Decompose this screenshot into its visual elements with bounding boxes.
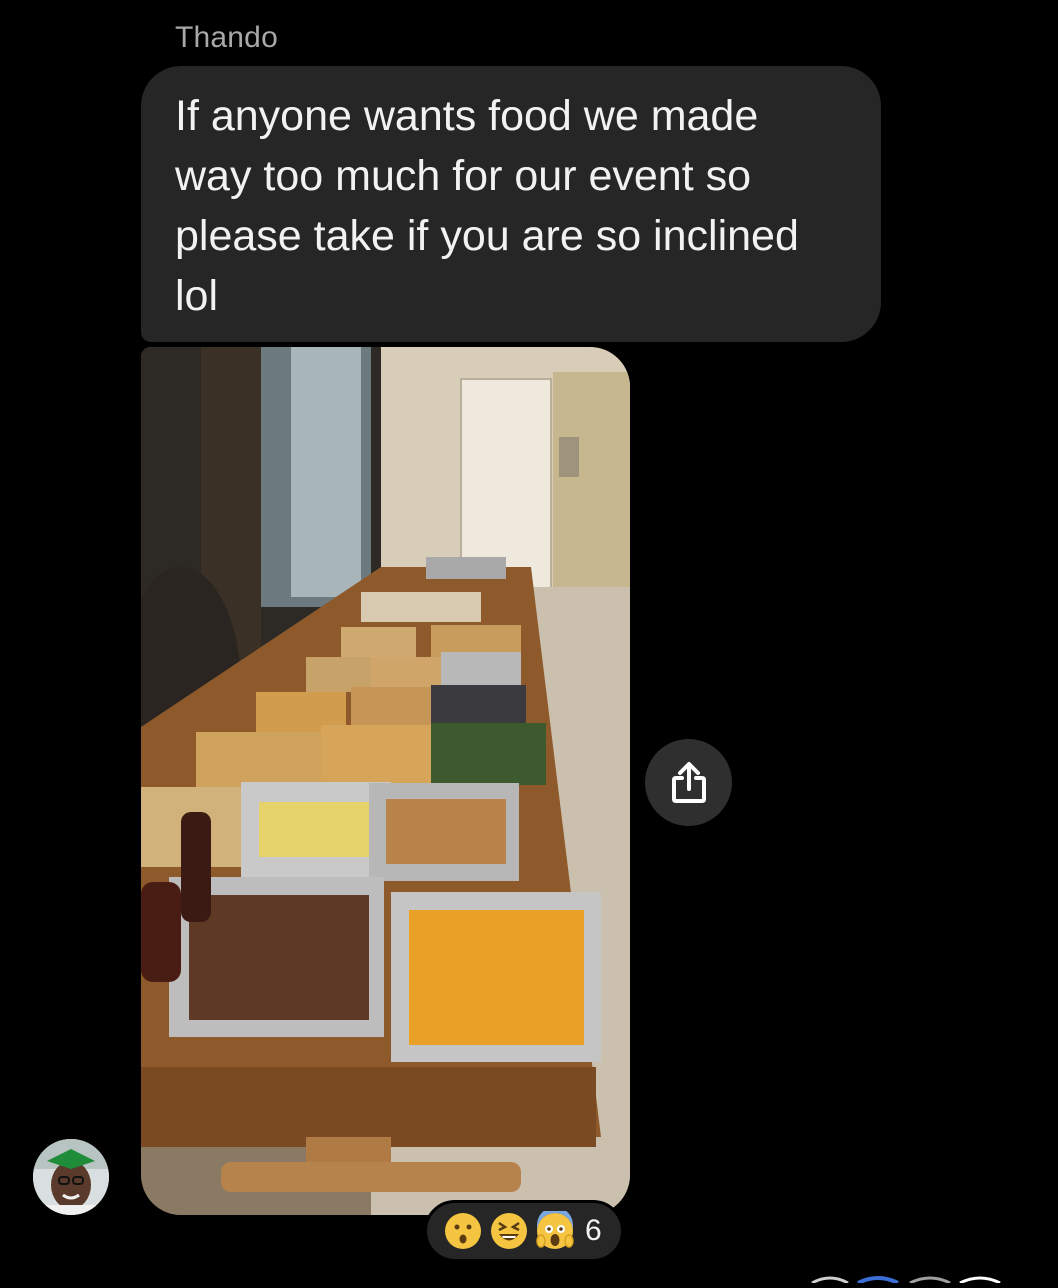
photo-attachment[interactable] xyxy=(141,347,630,1215)
hushed-face-icon xyxy=(445,1213,481,1249)
message-bubble[interactable]: If anyone wants food we made way too muc… xyxy=(141,66,881,342)
message-text: If anyone wants food we made way too muc… xyxy=(175,92,799,320)
sender-name: Thando xyxy=(175,21,278,54)
reaction-count: 6 xyxy=(585,1214,602,1247)
grinning-squinting-face-icon xyxy=(491,1213,527,1249)
bottom-partial-icons xyxy=(810,1270,1010,1285)
share-button[interactable] xyxy=(645,739,732,826)
avatar[interactable] xyxy=(33,1139,109,1215)
reactions-bar[interactable]: 6 xyxy=(424,1200,624,1262)
share-icon xyxy=(671,761,706,803)
screaming-face-icon xyxy=(536,1211,574,1249)
